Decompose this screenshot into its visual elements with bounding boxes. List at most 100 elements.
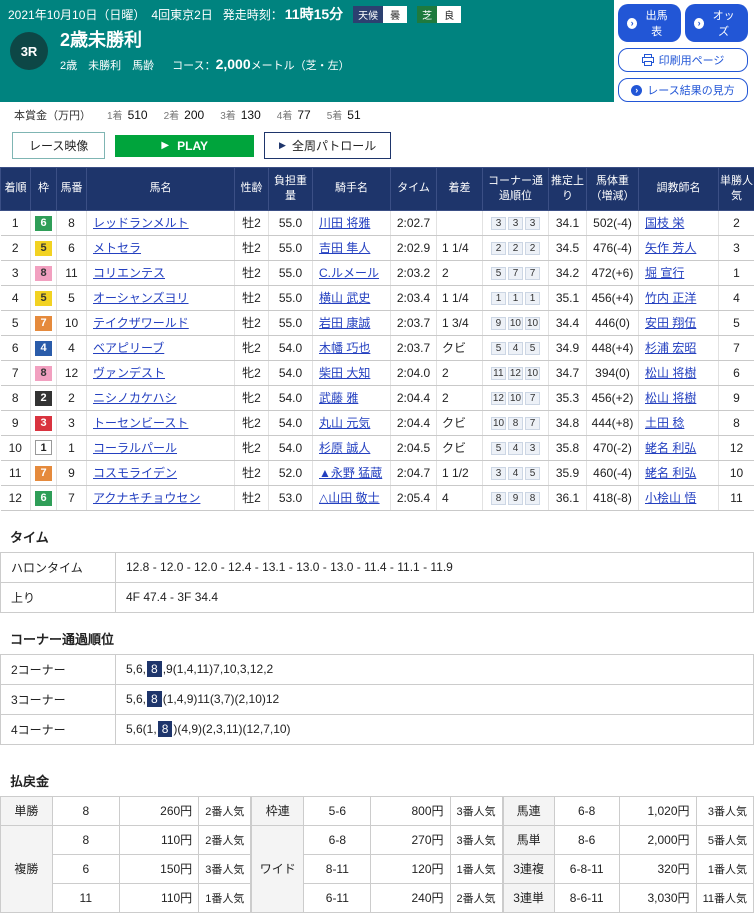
- race-conditions-row: 2歳 未勝利 馬齢 コース：2,000メートル（芝・左）: [60, 56, 350, 73]
- horse-number: 2: [57, 385, 87, 410]
- horse-name-link[interactable]: コーラルパール: [93, 441, 177, 455]
- prize-row: 本賞金（万円） 1着5102着2003着1304着775着51: [0, 102, 754, 126]
- trainer-name-link[interactable]: 国枝 栄: [645, 216, 684, 230]
- jockey-name-link[interactable]: △山田 敬士: [319, 491, 380, 505]
- jockey-name-link[interactable]: 杉原 誠人: [319, 441, 370, 455]
- horse-name-link[interactable]: トーセンビースト: [93, 416, 188, 430]
- waku-cell: 6: [31, 485, 57, 510]
- shutsuba-button[interactable]: ›出馬表: [618, 4, 681, 42]
- sex-age: 牡2: [235, 485, 269, 510]
- trainer-name-link[interactable]: 蛯名 利弘: [645, 466, 696, 480]
- finish-position: 2: [1, 235, 31, 260]
- trainer-name-link[interactable]: 堀 宣行: [645, 266, 684, 280]
- waku-badge: 5: [35, 241, 52, 256]
- horse-name-link[interactable]: アクナキチョウセン: [93, 491, 200, 505]
- horse-name-link[interactable]: ニシノカケハシ: [93, 391, 177, 405]
- waku-cell: 6: [31, 210, 57, 235]
- prize-amount: 77: [297, 108, 310, 122]
- trainer-name-link[interactable]: 土田 稔: [645, 416, 684, 430]
- jockey-name-link[interactable]: 丸山 元気: [319, 416, 370, 430]
- trainer-name-link[interactable]: 松山 将樹: [645, 366, 696, 380]
- horse-name-link[interactable]: レッドランメルト: [93, 216, 189, 230]
- patrol-button[interactable]: ▶全周パトロール: [264, 132, 391, 159]
- last-3f-time: 34.4: [549, 310, 587, 335]
- finish-position: 6: [1, 335, 31, 360]
- odds-button[interactable]: ›オッズ: [685, 4, 748, 42]
- time-row-value: 12.8 - 12.0 - 12.0 - 12.4 - 13.1 - 13.0 …: [116, 552, 754, 582]
- carried-weight: 52.0: [269, 460, 313, 485]
- result-row: 1179コスモライデン牡252.0▲永野 猛蔵2:04.71 1/234535.…: [1, 460, 754, 485]
- jockey-name-link[interactable]: 武藤 雅: [319, 391, 358, 405]
- results-guide-button[interactable]: ›レース結果の見方: [618, 78, 748, 102]
- results-guide-button-label: レース結果の見方: [647, 82, 734, 98]
- time-row-value: 4F 47.4 - 3F 34.4: [116, 582, 754, 612]
- horse-name-link[interactable]: コリエンテス: [93, 266, 165, 280]
- horse-name-cell: トーセンビースト: [87, 410, 235, 435]
- sex-age: 牡2: [235, 210, 269, 235]
- jockey-name-link[interactable]: 吉田 隼人: [319, 241, 370, 255]
- race-video-button[interactable]: レース映像: [12, 132, 105, 159]
- finish-time: 2:04.7: [391, 460, 437, 485]
- horse-name-link[interactable]: メトセラ: [93, 241, 141, 255]
- course-label: コース：: [172, 60, 215, 72]
- play-icon: ▶: [161, 140, 169, 151]
- turf-condition-badge: 芝良: [417, 6, 461, 23]
- corner-position-number: 3: [508, 217, 523, 230]
- horse-name-link[interactable]: テイクザワールド: [93, 316, 189, 330]
- trainer-name-link[interactable]: 松山 将樹: [645, 391, 696, 405]
- play-button[interactable]: ▶PLAY: [115, 135, 254, 157]
- sex-age: 牝2: [235, 335, 269, 360]
- result-row: 256メトセラ牡255.0吉田 隼人2:02.91 1/422234.5476(…: [1, 235, 754, 260]
- corner-position-number: 3: [525, 442, 540, 455]
- trainer-name-link[interactable]: 小桧山 悟: [645, 491, 696, 505]
- payout-combination: 8: [52, 796, 119, 825]
- win-popularity: 4: [719, 285, 754, 310]
- result-row: 7812ヴァンデスト牝254.0柴田 大知2:04.0211121034.739…: [1, 360, 754, 385]
- video-row: レース映像 ▶PLAY ▶全周パトロール: [0, 126, 754, 167]
- corner-position-number: 10: [491, 417, 506, 430]
- jockey-cell: △山田 敬士: [313, 485, 391, 510]
- corner-positions-cell: 111210: [483, 360, 549, 385]
- horse-name-link[interactable]: オーシャンズヨリ: [93, 291, 189, 305]
- jockey-name-link[interactable]: ▲永野 猛蔵: [319, 466, 382, 480]
- trainer-name-link[interactable]: 矢作 芳人: [645, 241, 696, 255]
- waku-badge: 6: [35, 216, 52, 231]
- results-table: 着順枠馬番馬名性齢負担重量騎手名タイム着差コーナー通過順位推定上り馬体重（増減）…: [0, 167, 754, 511]
- payout-popularity: 1番人気: [696, 854, 753, 883]
- prize-item: 3着130: [220, 110, 261, 122]
- corner-position-number: 5: [525, 467, 540, 480]
- payout-row: 馬単8-62,000円5番人気: [503, 825, 753, 854]
- corner-positions-cell: 345: [483, 460, 549, 485]
- jockey-name-link[interactable]: 木幡 巧也: [319, 341, 370, 355]
- horse-name-link[interactable]: コスモライデン: [93, 466, 177, 480]
- horse-name-link[interactable]: ベアピリーブ: [93, 341, 164, 355]
- trainer-name-link[interactable]: 杉浦 宏昭: [645, 341, 696, 355]
- corner-position-number: 8: [525, 492, 540, 505]
- win-popularity: 7: [719, 335, 754, 360]
- trainer-name-link[interactable]: 蛯名 利弘: [645, 441, 696, 455]
- jockey-name-link[interactable]: 川田 将雅: [319, 216, 370, 230]
- carried-weight: 55.0: [269, 285, 313, 310]
- jockey-name-link[interactable]: 横山 武史: [319, 291, 370, 305]
- sex-age: 牡2: [235, 285, 269, 310]
- patrol-video-icon: ▶: [279, 140, 286, 151]
- payout-bet-type: 枠連: [252, 796, 304, 825]
- horse-body-weight: 476(-4): [587, 235, 639, 260]
- trainer-cell: 竹内 正洋: [639, 285, 719, 310]
- payout-amount: 120円: [371, 854, 450, 883]
- print-page-button[interactable]: 印刷用ページ: [618, 48, 748, 72]
- start-time: 11時15分: [285, 6, 343, 22]
- jockey-name-link[interactable]: 柴田 大知: [319, 366, 370, 380]
- win-popularity: 1: [719, 260, 754, 285]
- last-3f-time: 34.1: [549, 210, 587, 235]
- jockey-name-link[interactable]: C.ルメール: [319, 266, 379, 280]
- trainer-name-link[interactable]: 安田 翔伍: [645, 316, 696, 330]
- trainer-name-link[interactable]: 竹内 正洋: [645, 291, 696, 305]
- jockey-name-link[interactable]: 岩田 康誠: [319, 316, 370, 330]
- finish-position: 3: [1, 260, 31, 285]
- horse-name-link[interactable]: ヴァンデスト: [93, 366, 165, 380]
- finish-position: 11: [1, 460, 31, 485]
- prize-rank: 5着: [327, 111, 343, 122]
- horse-body-weight: 470(-2): [587, 435, 639, 460]
- margin: クビ: [437, 335, 483, 360]
